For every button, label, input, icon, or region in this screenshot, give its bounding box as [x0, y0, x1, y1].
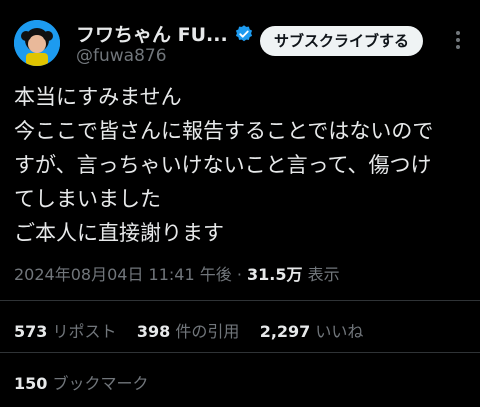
- divider: [0, 300, 480, 301]
- meta-separator: ·: [231, 265, 247, 284]
- tweet-line: てしまいました: [14, 187, 161, 211]
- bookmarks-stat[interactable]: 150 ブックマーク: [14, 370, 149, 394]
- more-vertical-icon[interactable]: [448, 28, 468, 52]
- reposts-count: 573: [14, 322, 48, 341]
- reposts-label: リポスト: [47, 322, 117, 341]
- views-count: 31.5万: [247, 265, 303, 284]
- likes-stat[interactable]: 2,297 いいね: [260, 322, 364, 341]
- avatar-image: [14, 20, 60, 66]
- tweet-line: ご本人に直接謝ります: [14, 221, 224, 245]
- subscribe-button[interactable]: サブスクライブする: [260, 26, 424, 56]
- author-name-row: フワちゃん FU...: [76, 20, 254, 47]
- tweet-text: 本当にすみません 今ここで皆さんに報告することではないので すが、言っちゃいけな…: [14, 80, 474, 250]
- bookmarks-label: ブックマーク: [47, 374, 149, 393]
- tweet-line: 今ここで皆さんに報告することではないので: [14, 119, 434, 143]
- bookmarks-count: 150: [14, 374, 48, 393]
- verified-badge-icon: [235, 24, 252, 41]
- likes-label: いいね: [310, 322, 364, 341]
- reposts-stat[interactable]: 573 リポスト: [14, 322, 117, 341]
- avatar[interactable]: [14, 20, 60, 66]
- quotes-stat[interactable]: 398 件の引用: [137, 322, 240, 341]
- quotes-count: 398: [136, 322, 171, 341]
- likes-count: 2,297: [259, 322, 311, 341]
- author-handle[interactable]: @fuwa876: [76, 46, 167, 66]
- timestamp[interactable]: 2024年08月04日 11:41 午後: [14, 265, 232, 284]
- divider: [0, 352, 480, 353]
- quotes-label: 件の引用: [170, 322, 240, 341]
- display-name[interactable]: フワちゃん FU...: [76, 20, 228, 47]
- views-label: 表示: [302, 265, 340, 284]
- engagement-stats: 573 リポスト 398 件の引用 2,297 いいね: [14, 318, 363, 342]
- tweet-meta: 2024年08月04日 11:41 午後 · 31.5万 表示: [14, 261, 340, 285]
- tweet-line: 本当にすみません: [14, 85, 182, 109]
- tweet-line: すが、言っちゃいけないこと言って、傷つけ: [14, 153, 432, 177]
